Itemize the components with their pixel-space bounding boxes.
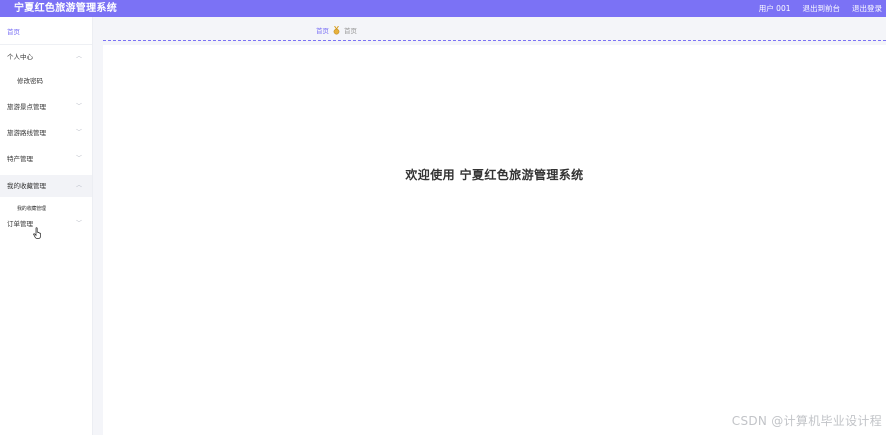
sidebar-item-label: 旅游景点管理	[7, 103, 46, 111]
sidebar-subitem-label: 修改密码	[17, 77, 43, 85]
main-content: 欢迎使用 宁夏红色旅游管理系统	[103, 45, 886, 435]
breadcrumb-home[interactable]: 首页	[316, 25, 329, 35]
chevron-down-icon: ﹀	[75, 220, 82, 227]
logout-link[interactable]: 退出登录	[852, 1, 882, 16]
top-bar: 宁夏红色旅游管理系统 用户 001 退出到前台 退出登录	[0, 0, 886, 17]
chevron-down-icon: ﹀	[75, 129, 82, 136]
sidebar-divider	[0, 44, 92, 45]
sidebar-item-label: 我的收藏管理	[7, 182, 46, 190]
watermark-text: CSDN @计算机毕业设计程	[731, 414, 882, 428]
chevron-up-icon: ︿	[75, 182, 82, 189]
breadcrumb-current: 首页	[344, 27, 357, 35]
welcome-message: 欢迎使用 宁夏红色旅游管理系统	[405, 168, 584, 182]
chevron-down-icon: ﹀	[75, 103, 82, 110]
sidebar-item-favorites[interactable]: 我的收藏管理 ︿	[0, 175, 92, 197]
sidebar-item-attractions[interactable]: 旅游景点管理 ﹀	[0, 96, 92, 118]
sidebar-item-personal-center[interactable]: 个人中心 ︿	[0, 46, 92, 68]
back-to-front-link[interactable]: 退出到前台	[803, 1, 841, 16]
app-title: 宁夏红色旅游管理系统	[14, 3, 117, 14]
chevron-up-icon: ︿	[75, 53, 82, 60]
header-divider	[103, 40, 886, 41]
sidebar-item-routes[interactable]: 旅游路线管理 ﹀	[0, 122, 92, 144]
user-name[interactable]: 用户 001	[759, 1, 791, 16]
sidebar-item-specialties[interactable]: 特产管理 ﹀	[0, 148, 92, 170]
chevron-down-icon: ﹀	[75, 155, 82, 162]
sidebar-item-label: 个人中心	[7, 53, 33, 61]
sidebar-subitem-change-password[interactable]: 修改密码	[0, 73, 92, 89]
sidebar-item-label: 旅游路线管理	[7, 129, 46, 137]
sidebar-item-label: 订单管理	[7, 220, 33, 228]
sidebar-item-label: 特产管理	[7, 155, 33, 163]
breadcrumb: 首页 首页	[316, 25, 357, 35]
medal-icon	[333, 25, 340, 34]
sidebar-item-orders[interactable]: 订单管理 ﹀	[0, 213, 92, 235]
hand-cursor-icon	[33, 227, 41, 239]
sidebar-home-link[interactable]: 首页	[7, 26, 20, 36]
sidebar: 首页 个人中心 ︿ 修改密码 旅游景点管理 ﹀ 旅游路线管理 ﹀ 特产管理 ﹀ …	[0, 17, 93, 435]
top-actions: 用户 001 退出到前台 退出登录	[759, 1, 882, 16]
